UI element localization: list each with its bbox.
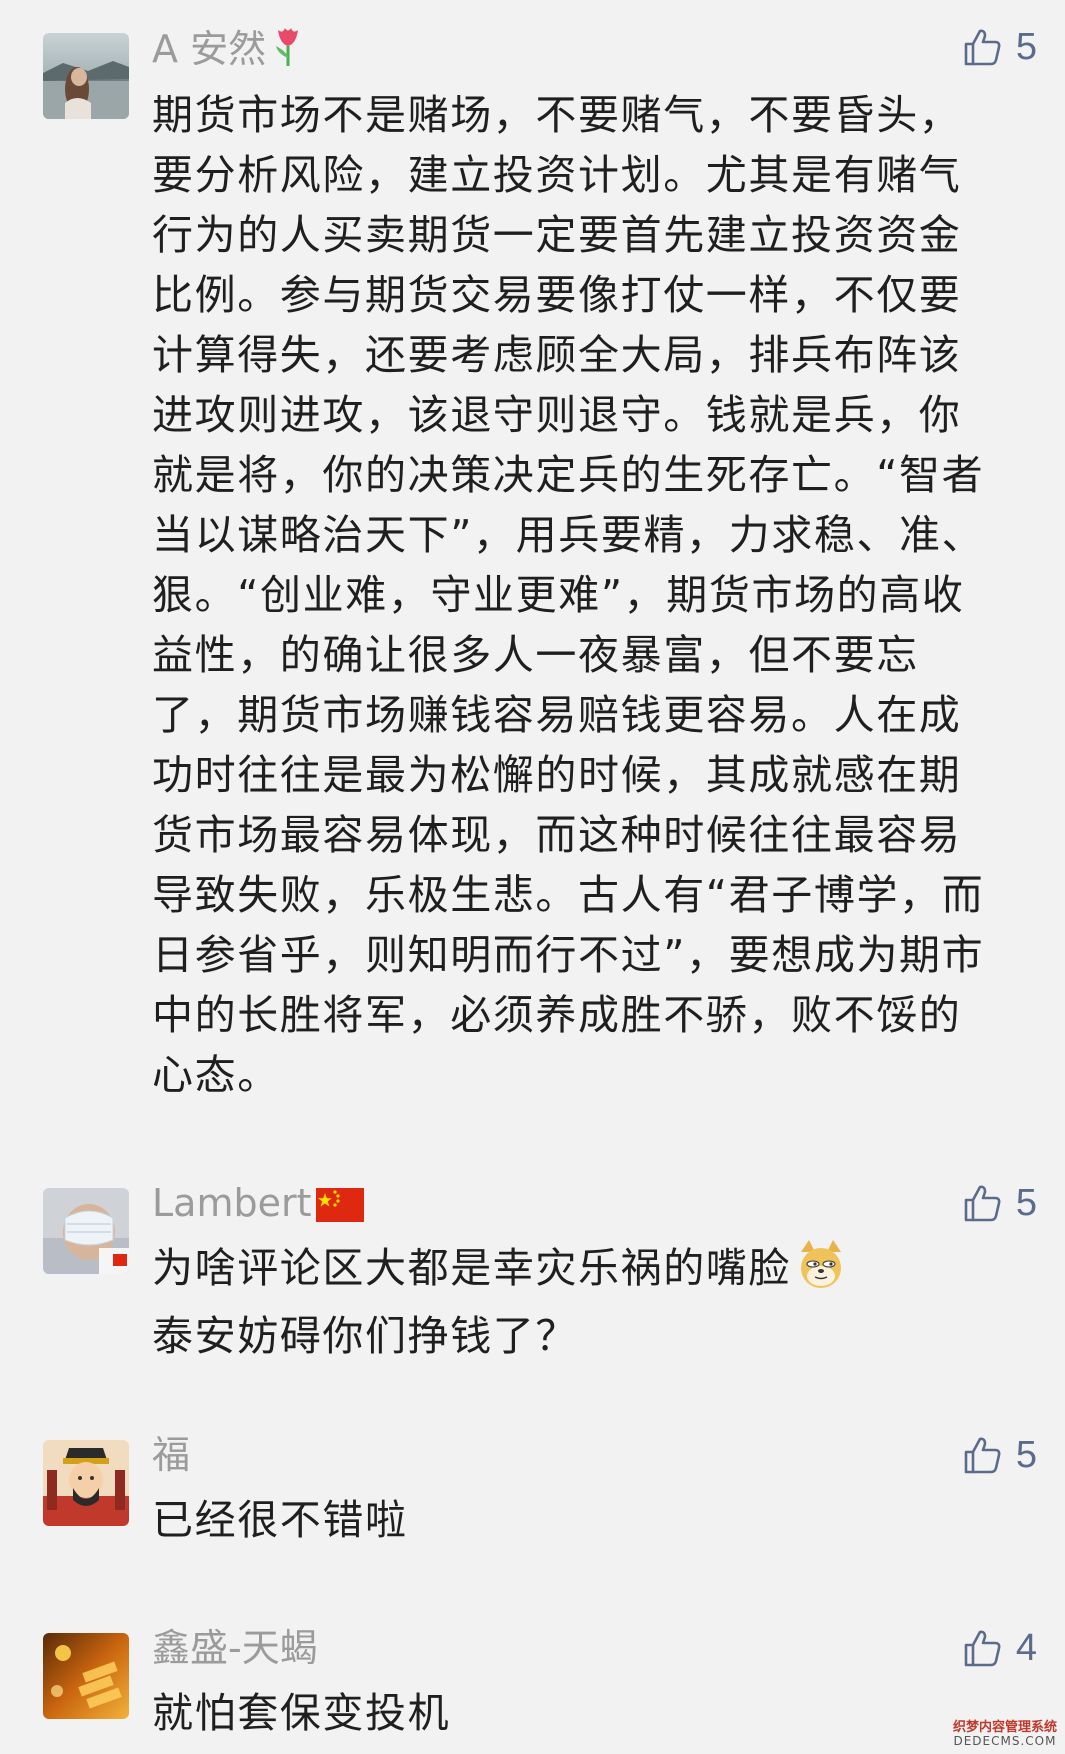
doge-emoji-icon: [795, 1238, 847, 1306]
like-button[interactable]: 5: [937, 22, 1037, 72]
comment-username[interactable]: 福: [152, 1430, 190, 1480]
like-count: 5: [1015, 1181, 1037, 1224]
comment-text-line: 为啥评论区大都是幸灾乐祸的嘴脸: [152, 1244, 791, 1292]
like-count: 5: [1015, 25, 1037, 68]
comment-text-line: 泰安妨碍你们挣钱了？: [152, 1312, 578, 1360]
comment-username[interactable]: A 安然: [152, 24, 306, 80]
avatar[interactable]: [43, 1188, 129, 1274]
comment-text: 已经很不错啦: [152, 1496, 408, 1544]
comment-text: 就怕套保变投机: [152, 1689, 451, 1737]
like-button[interactable]: 4: [937, 1623, 1037, 1673]
watermark-line: 织梦内容管理系统: [952, 1719, 1057, 1735]
like-button[interactable]: 5: [937, 1430, 1037, 1480]
username-text[interactable]: A 安然: [152, 27, 266, 71]
comment-text: 期货市场不是赌场，不要赌气，不要昏头，要分析风险，建立投资计划。尤其是有赌气行为…: [152, 91, 985, 1099]
avatar[interactable]: [43, 1633, 129, 1719]
china-flag-icon: [315, 1184, 364, 1234]
comment-username[interactable]: Lambert: [152, 1178, 364, 1234]
comment-text: 为啥评论区大都是幸灾乐祸的嘴脸 泰安妨碍你们挣钱了？: [152, 1238, 1002, 1366]
username-text[interactable]: 鑫盛-天蝎: [152, 1626, 318, 1670]
like-button[interactable]: 5: [937, 1178, 1037, 1228]
thumbs-up-icon: [962, 1183, 1002, 1223]
avatar[interactable]: [43, 33, 129, 119]
thumbs-up-icon: [962, 1435, 1002, 1475]
watermark-line: DEDECMS.COM: [953, 1733, 1057, 1748]
like-count: 5: [1015, 1433, 1037, 1476]
thumbs-up-icon: [962, 1628, 1002, 1668]
comment-username[interactable]: 鑫盛-天蝎: [152, 1623, 318, 1673]
avatar[interactable]: [43, 1440, 129, 1526]
thumbs-up-icon: [962, 27, 1002, 67]
tulip-icon: [270, 24, 306, 80]
username-text[interactable]: 福: [152, 1433, 190, 1477]
username-text[interactable]: Lambert: [152, 1181, 312, 1225]
site-watermark: 织梦内容管理系统 DEDECMS.COM: [952, 1719, 1057, 1748]
like-count: 4: [1015, 1626, 1037, 1669]
